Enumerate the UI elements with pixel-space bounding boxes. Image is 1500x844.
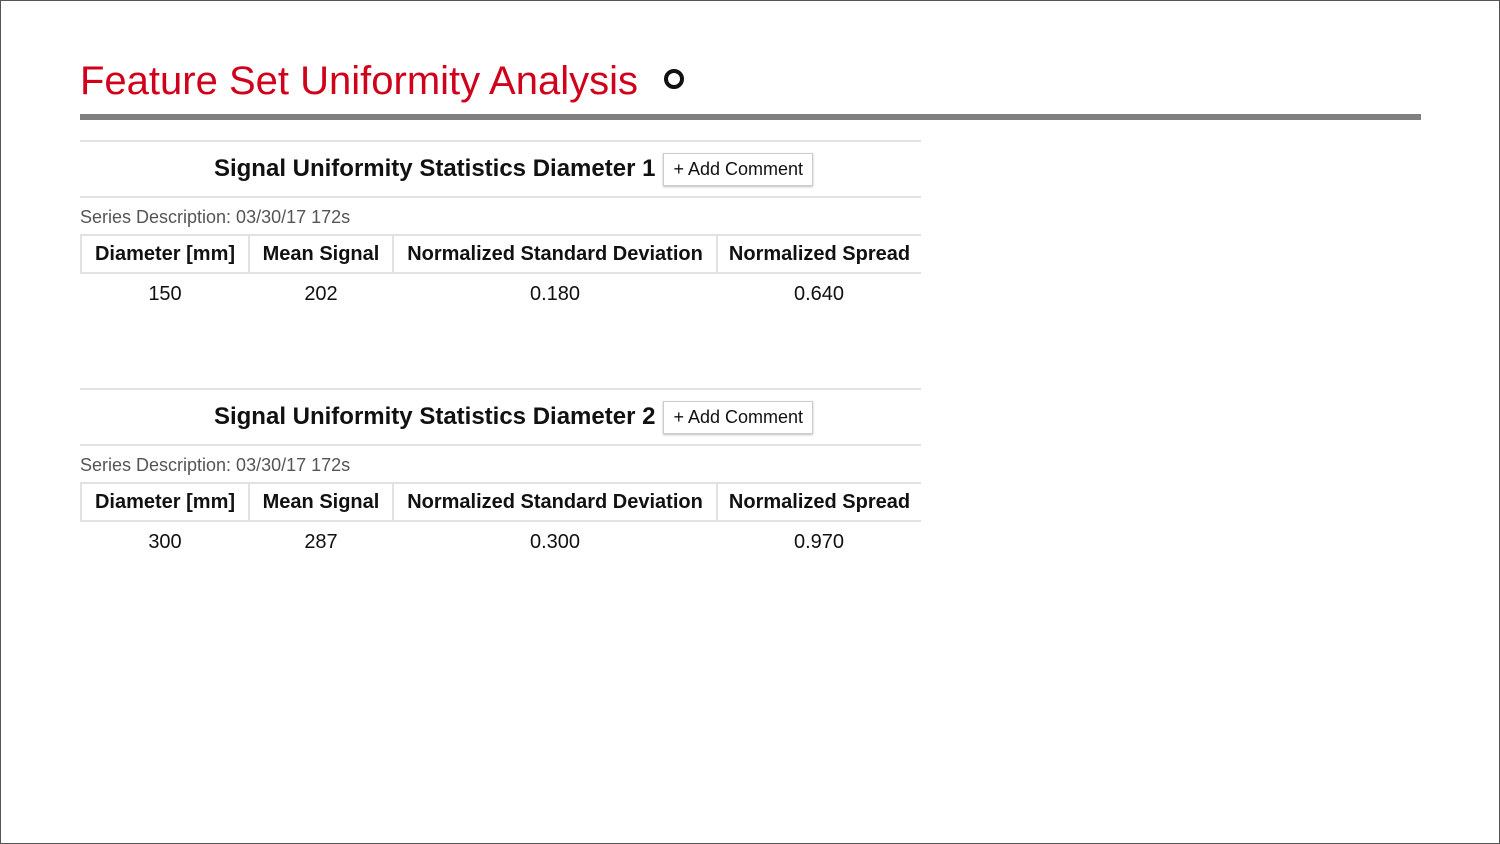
cell-normalized-std-dev: 0.300 [529,530,581,553]
section-header: Signal Uniformity Statistics Diameter 2 … [80,388,921,446]
table-row: 300 287 0.300 0.970 [81,521,921,562]
cell-mean-signal: 202 [304,282,338,305]
section-header: Signal Uniformity Statistics Diameter 1 … [80,140,921,198]
title-divider [80,114,1421,120]
column-header-normalized-spread: Normalized Spread [716,234,921,274]
section-diameter-1: Signal Uniformity Statistics Diameter 1 … [80,140,921,314]
cell-diameter: 300 [148,530,182,553]
column-header-mean-signal: Mean Signal [248,482,393,522]
page-title: Feature Set Uniformity Analysis [80,59,638,103]
section-title: Signal Uniformity Statistics Diameter 2 [213,403,656,430]
statistics-table: Diameter [mm] Mean Signal Normalized Sta… [80,234,921,314]
circle-outline-icon [664,69,684,89]
column-header-normalized-std-dev: Normalized Standard Deviation [392,234,717,274]
column-header-diameter: Diameter [mm] [80,234,249,274]
title-row: Feature Set Uniformity Analysis [80,57,684,105]
column-header-diameter: Diameter [mm] [80,482,249,522]
cell-normalized-spread: 0.640 [793,282,845,305]
table-header-row: Diameter [mm] Mean Signal Normalized Sta… [80,482,921,522]
cell-diameter: 150 [148,282,182,305]
cell-normalized-std-dev: 0.180 [529,282,581,305]
series-description: Series Description: 03/30/17 172s [80,455,351,475]
column-header-normalized-std-dev: Normalized Standard Deviation [392,482,717,522]
cell-normalized-spread: 0.970 [793,530,845,553]
column-header-normalized-spread: Normalized Spread [716,482,921,522]
cell-mean-signal: 287 [304,530,338,553]
table-header-row: Diameter [mm] Mean Signal Normalized Sta… [80,234,921,274]
series-description: Series Description: 03/30/17 172s [80,207,351,227]
add-comment-button[interactable]: + Add Comment [663,400,814,434]
add-comment-button[interactable]: + Add Comment [663,152,814,186]
statistics-table: Diameter [mm] Mean Signal Normalized Sta… [80,482,921,562]
section-diameter-2: Signal Uniformity Statistics Diameter 2 … [80,388,921,562]
section-title: Signal Uniformity Statistics Diameter 1 [213,155,656,182]
column-header-mean-signal: Mean Signal [248,234,393,274]
table-row: 150 202 0.180 0.640 [81,273,921,314]
